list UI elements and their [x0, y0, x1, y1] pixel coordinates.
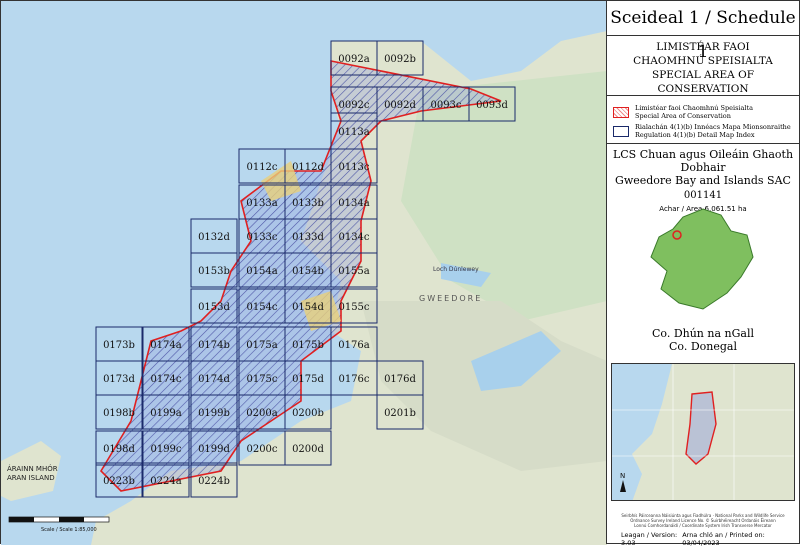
grid-cell-label: 0133d	[292, 232, 324, 243]
grid-cell-label: 0224b	[198, 476, 230, 487]
grid-cell-label: 0176c	[338, 374, 369, 385]
legend-grid-ga: Rialachán 4(1)(b) Innéacs Mapa Mionsonra…	[635, 123, 791, 131]
grid-cell-label: 0133a	[246, 198, 277, 209]
grid-cell-label: 0154a	[246, 266, 277, 277]
legend-grid: Rialachán 4(1)(b) Innéacs Mapa Mionsonra…	[613, 123, 793, 139]
grid-cell-label: 0175d	[292, 374, 324, 385]
legend-panel: Sceideal 1 / Schedule 1 LIMISTÉAR FAOI C…	[606, 0, 800, 547]
zone-en: SPECIAL AREA OF CONSERVATION	[652, 69, 754, 95]
grid-cell-label: 0092d	[384, 100, 416, 111]
map-canvas: 0092a 0092b 0092c 0092d 0093c 0093d 0113a 0112c…	[1, 1, 607, 545]
svg-text:N: N	[620, 472, 625, 480]
grid-cell-label: 0201b	[384, 408, 416, 419]
sac-swatch-icon	[613, 106, 629, 118]
grid-cell-label: 0174d	[198, 374, 230, 385]
grid-cell-label: 0199b	[198, 408, 230, 419]
grid-cell-label: 0155a	[338, 266, 369, 277]
grid-cell-label: 0132d	[198, 232, 230, 243]
grid-cell-label: 0093c	[430, 100, 461, 111]
grid-cell-label: 0113a	[338, 127, 369, 138]
grid-cell-label: 0092b	[384, 54, 416, 65]
grid-cell-label: 0176a	[338, 340, 369, 351]
grid-cell-label: 0223b	[103, 476, 135, 487]
grid-cell-label: 0200c	[246, 444, 277, 455]
legend-sac-ga: Limistéar faoi Chaomhnú Speisialta	[635, 104, 753, 112]
ireland-locator-map	[650, 208, 754, 310]
zone-title: LIMISTÉAR FAOI CHAOMHNÚ SPEISIALTA SPECI…	[607, 36, 799, 96]
legend-grid-en: Regulation 4(1)(b) Detail Map Index	[635, 131, 755, 139]
grid-cell-label: 0175a	[246, 340, 277, 351]
grid-cell-label: 0199c	[150, 444, 181, 455]
grid-cell-label: 0174a	[150, 340, 181, 351]
version: Leagan / Version: 3.03	[621, 531, 678, 547]
site-name-ga: LCS Chuan agus Oileáin Ghaoth Dobhair	[612, 148, 794, 174]
grid-cell-label: 0200b	[292, 408, 324, 419]
grid-cell-label: 0175c	[246, 374, 277, 385]
grid-cell-label: 0092c	[338, 100, 369, 111]
grid-cell-label: 0200d	[292, 444, 324, 455]
grid-cell-label: 0133b	[292, 198, 324, 209]
grid-cell-label: 0200a	[246, 408, 277, 419]
county-en: Co. Donegal	[669, 340, 737, 353]
grid-cell-label: 0175b	[292, 340, 324, 351]
grid-cell-label: 0199a	[150, 408, 181, 419]
label-aran-en: ARAN ISLAND	[7, 474, 55, 482]
grid-cell-label: 0092a	[338, 54, 369, 65]
grid-cell-label: 0198d	[103, 444, 135, 455]
legend-sac-en: Special Area of Conservation	[635, 112, 731, 120]
label-gweedore: GWEEDORE	[419, 294, 482, 303]
zone-ga-line2: CHAOMHNÚ SPEISIALTA	[633, 55, 773, 67]
label-loch: Loch Dúnlewey	[433, 266, 479, 273]
grid-cell-label: 0154d	[292, 302, 324, 313]
credits: Seirbhís Páirceanna Náisiúnta agus Fiadh…	[607, 513, 799, 528]
grid-cell-label: 0173b	[103, 340, 135, 351]
grid-cell-label: 0153b	[198, 266, 230, 277]
version-row: Leagan / Version: 3.03 Arna chló an / Pr…	[607, 531, 799, 547]
grid-cell-label: 0134a	[338, 198, 369, 209]
grid-cell-label: 0155c	[338, 302, 369, 313]
grid-cell-label: 0173d	[103, 374, 135, 385]
grid-cell-label: 0093d	[476, 100, 508, 111]
grid-cell-label: 0176d	[384, 374, 416, 385]
grid-cell-label: 0154c	[246, 302, 277, 313]
grid-cell-label: 0224a	[150, 476, 181, 487]
printed-date: Arna chló an / Printed on: 03/04/2023	[682, 531, 765, 547]
grid-cell-label: 0153d	[198, 302, 230, 313]
overview-inset-map: N	[611, 363, 795, 501]
legend: Limistéar faoi Chaomhnú Speisialta Speci…	[607, 96, 799, 144]
legend-sac: Limistéar faoi Chaomhnú Speisialta Speci…	[613, 104, 793, 120]
county: Co. Dhún na nGall Co. Donegal	[607, 327, 799, 353]
site-name-en: Gweedore Bay and Islands SAC	[615, 174, 791, 187]
schedule-title: Sceideal 1 / Schedule 1	[607, 1, 799, 62]
map-frame[interactable]: 0092a 0092b 0092c 0092d 0093c 0093d 0113a 0112c…	[0, 0, 607, 545]
grid-cell-label: 0174b	[198, 340, 230, 351]
grid-cell-label: 0112d	[292, 162, 324, 173]
grid-cell-label: 0198b	[103, 408, 135, 419]
grid-cell-label: 0112c	[246, 162, 277, 173]
grid-cell-label: 0113c	[338, 162, 369, 173]
site-code: 001141	[683, 190, 723, 201]
credit-3: Lonnú Comhordanáidí / Coordinate System …	[634, 523, 772, 528]
grid-cell-label: 0154b	[292, 266, 324, 277]
scale-text: Scale / Scale 1:85,000	[41, 527, 97, 533]
grid-cell-label: 0199d	[198, 444, 230, 455]
grid-cell-label: 0133c	[246, 232, 277, 243]
zone-ga-line1: LIMISTÉAR FAOI	[656, 41, 750, 53]
grid-swatch-icon	[613, 125, 629, 137]
grid-cell-label: 0134c	[338, 232, 369, 243]
grid-cell-label: 0174c	[150, 374, 181, 385]
county-ga: Co. Dhún na nGall	[651, 327, 754, 340]
label-aran: ÁRAINN MHÓR	[7, 464, 58, 473]
